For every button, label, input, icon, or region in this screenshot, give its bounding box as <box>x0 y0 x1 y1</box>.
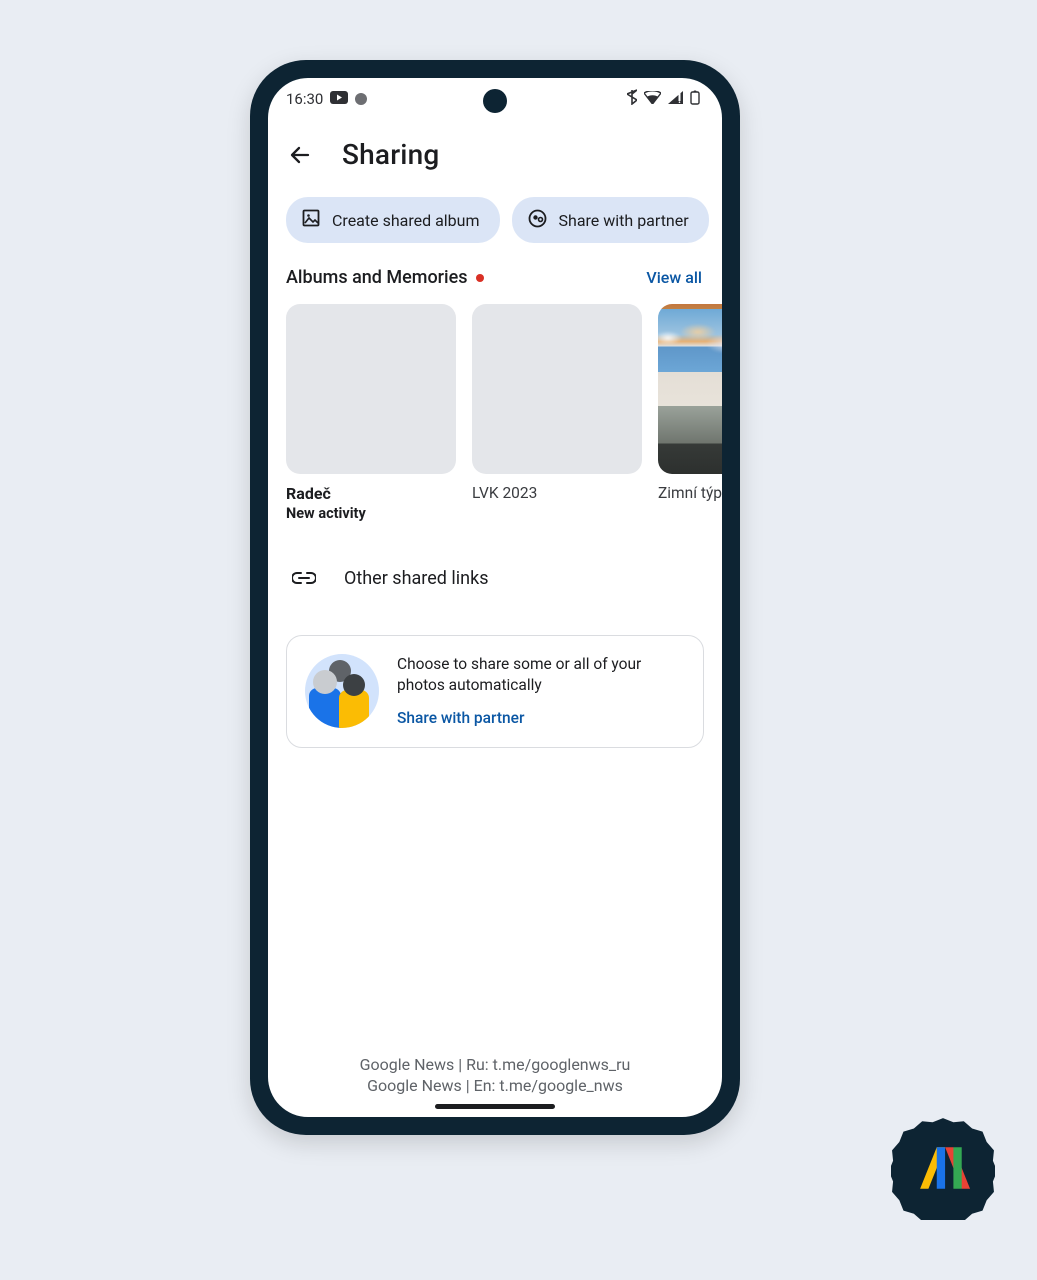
camera-hole <box>483 89 507 113</box>
albums-row[interactable]: Radeč New activity LVK 2023 Zimní týpka <box>268 296 722 522</box>
album-subtitle: New activity <box>286 505 456 522</box>
back-button[interactable] <box>286 141 314 169</box>
signal-icon <box>668 90 683 108</box>
album-item[interactable]: Zimní týpka <box>658 304 722 522</box>
page-title: Sharing <box>342 138 440 171</box>
album-thumbnail <box>286 304 456 474</box>
album-item[interactable]: LVK 2023 <box>472 304 642 522</box>
page-brand-badge <box>891 1116 995 1220</box>
screen: 16:30 <box>268 78 722 1117</box>
partner-illustration <box>305 654 379 728</box>
other-shared-links-button[interactable]: Other shared links <box>268 522 722 599</box>
link-icon <box>292 568 316 589</box>
chip-label: Share with partner <box>559 211 689 230</box>
album-add-icon <box>302 209 320 231</box>
create-shared-album-button[interactable]: Create shared album <box>286 197 500 243</box>
album-thumbnail <box>658 304 722 474</box>
status-time: 16:30 <box>286 90 323 108</box>
chip-label: Create shared album <box>332 211 480 230</box>
footer-line: Google News | En: t.me/google_nws <box>268 1076 722 1097</box>
footer-line: Google News | Ru: t.me/googlenws_ru <box>268 1055 722 1076</box>
album-thumbnail <box>472 304 642 474</box>
gesture-bar <box>435 1104 555 1109</box>
arrow-left-icon <box>288 143 312 167</box>
bluetooth-icon <box>627 89 637 109</box>
partner-card-text: Choose to share some or all of your phot… <box>397 654 685 696</box>
section-title: Albums and Memories <box>286 267 484 288</box>
youtube-icon <box>330 90 348 108</box>
action-chips: Create shared album Share with partner <box>268 181 722 261</box>
share-with-partner-button[interactable]: Share with partner <box>512 197 709 243</box>
footer-watermark: Google News | Ru: t.me/googlenws_ru Goog… <box>268 1055 722 1097</box>
wifi-icon <box>644 90 661 108</box>
album-item[interactable]: Radeč New activity <box>286 304 456 522</box>
notification-dot-icon <box>355 93 367 105</box>
app-bar: Sharing <box>268 120 722 181</box>
partner-share-icon <box>528 209 547 232</box>
partner-card-link[interactable]: Share with partner <box>397 708 685 729</box>
battery-icon <box>690 90 700 109</box>
other-links-label: Other shared links <box>344 568 489 589</box>
album-title: LVK 2023 <box>472 484 642 502</box>
album-title: Zimní týpka <box>658 484 722 502</box>
album-title: Radeč <box>286 484 456 503</box>
view-all-button[interactable]: View all <box>646 268 702 287</box>
partner-card: Choose to share some or all of your phot… <box>286 635 704 748</box>
section-title-text: Albums and Memories <box>286 267 468 288</box>
new-activity-dot-icon <box>476 274 484 282</box>
phone-frame: 16:30 <box>250 60 740 1135</box>
section-header: Albums and Memories View all <box>268 261 722 296</box>
